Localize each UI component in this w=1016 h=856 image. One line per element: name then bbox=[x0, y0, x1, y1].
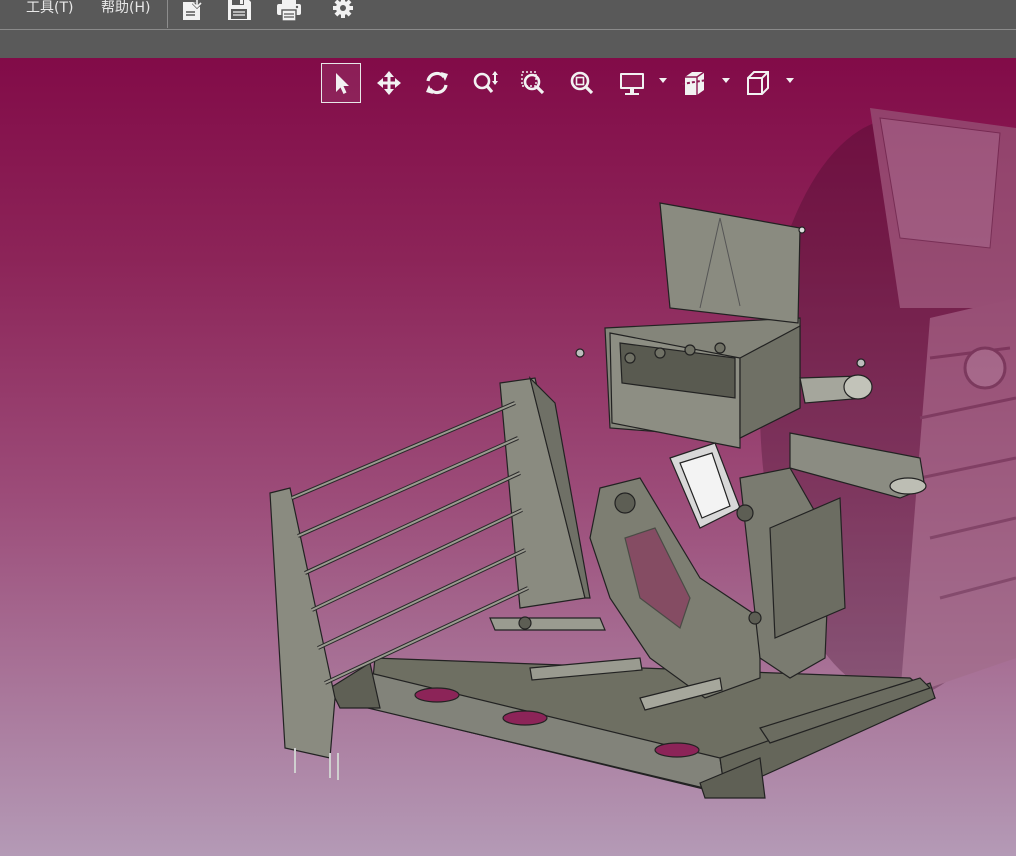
view-dropdown-caret[interactable] bbox=[786, 78, 794, 83]
3d-model-machine[interactable] bbox=[0, 58, 1016, 856]
rotate-icon bbox=[426, 71, 448, 95]
3d-viewport[interactable] bbox=[0, 58, 1016, 856]
view-orientation-button[interactable] bbox=[737, 63, 779, 103]
monitor-icon bbox=[620, 73, 644, 95]
display-mode-button[interactable] bbox=[611, 63, 653, 103]
section-dropdown-caret[interactable] bbox=[722, 78, 730, 83]
save-icon[interactable] bbox=[225, 0, 253, 22]
secondary-toolbar bbox=[0, 30, 1016, 58]
cad-viewer-app: 工具(T) 帮助(H) bbox=[0, 0, 1016, 856]
zoom-tool-button[interactable] bbox=[465, 63, 505, 103]
zoom-updown-icon bbox=[473, 71, 498, 94]
cube-icon bbox=[747, 71, 769, 95]
menu-bar: 工具(T) 帮助(H) bbox=[0, 0, 1016, 30]
zoom-box-icon bbox=[521, 71, 545, 95]
gear-icon[interactable] bbox=[329, 0, 357, 22]
print-icon[interactable] bbox=[275, 0, 303, 22]
menu-tools[interactable]: 工具(T) bbox=[26, 0, 73, 20]
pan-tool-button[interactable] bbox=[369, 63, 409, 103]
section-cut-icon bbox=[681, 71, 708, 95]
toolbar-separator bbox=[167, 0, 168, 28]
menu-help[interactable]: 帮助(H) bbox=[101, 0, 150, 20]
import-icon[interactable] bbox=[178, 0, 206, 22]
zoom-box-tool-button[interactable] bbox=[513, 63, 553, 103]
select-tool-button[interactable] bbox=[321, 63, 361, 103]
move-arrows-icon bbox=[377, 71, 401, 95]
rotate-tool-button[interactable] bbox=[417, 63, 457, 103]
zoom-fit-icon bbox=[570, 71, 594, 95]
cursor-arrow-icon bbox=[336, 73, 349, 94]
display-mode-dropdown-caret[interactable] bbox=[659, 78, 667, 83]
section-tool-button[interactable] bbox=[674, 63, 716, 103]
zoom-fit-tool-button[interactable] bbox=[562, 63, 602, 103]
